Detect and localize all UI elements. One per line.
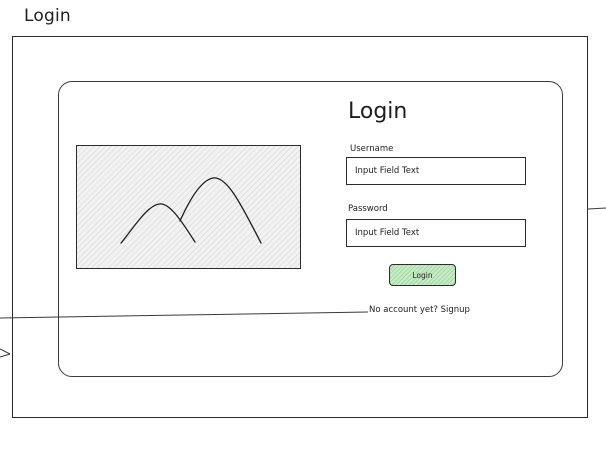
- username-input[interactable]: [346, 157, 526, 185]
- mountain-image-icon: [120, 177, 262, 244]
- password-label: Password: [348, 204, 388, 214]
- username-label: Username: [350, 144, 394, 154]
- password-input[interactable]: [346, 219, 526, 247]
- login-form-title: Login: [348, 99, 408, 124]
- signup-link[interactable]: No account yet? Signup: [369, 305, 470, 315]
- image-placeholder: [76, 145, 301, 269]
- login-button[interactable]: Login: [389, 264, 456, 286]
- page-heading: Login: [24, 6, 71, 26]
